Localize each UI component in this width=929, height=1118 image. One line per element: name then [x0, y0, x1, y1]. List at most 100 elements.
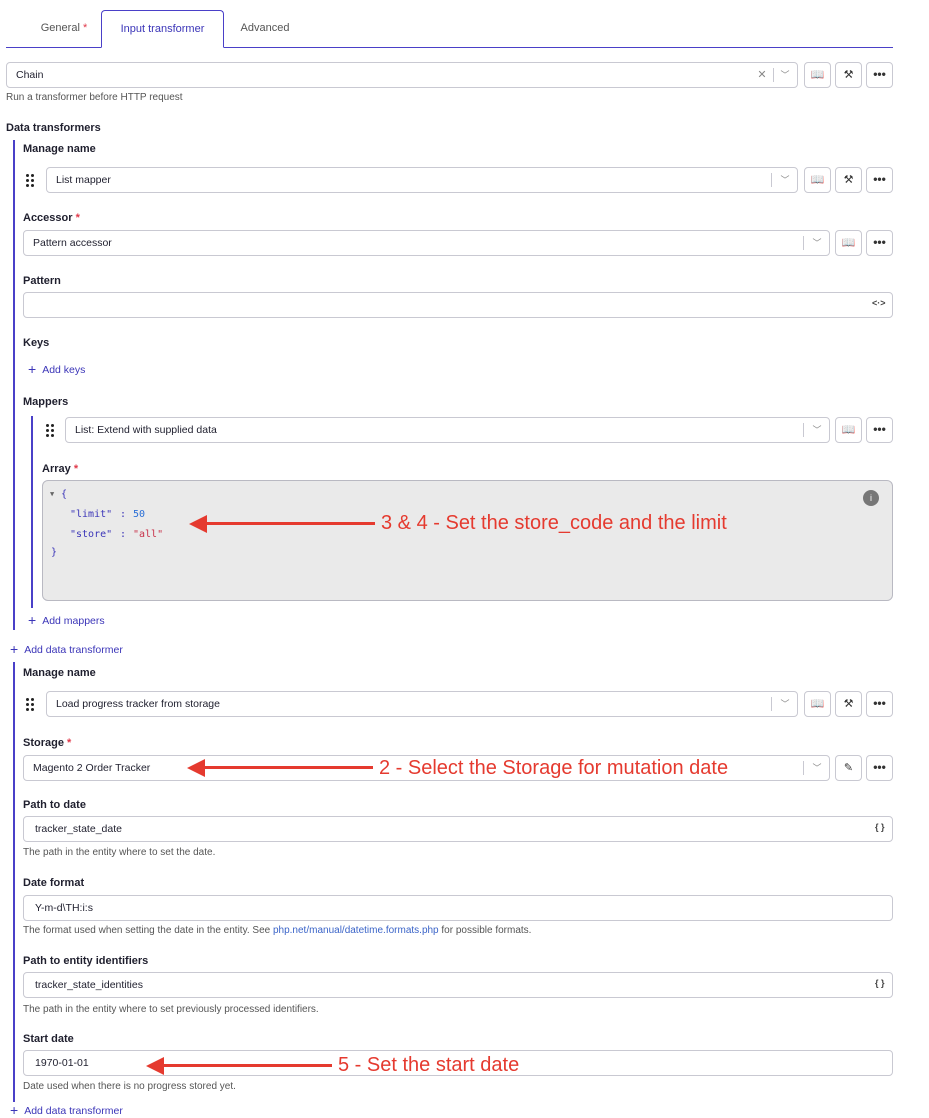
json-value-store: "all" [133, 529, 164, 540]
manage-name-label: Manage name [23, 143, 96, 155]
book-icon: 📖 [841, 424, 856, 436]
more-icon: ••• [873, 696, 886, 710]
json-key-limit: "limit" [70, 509, 113, 520]
tools-button[interactable]: ⚒ [835, 167, 862, 193]
path-to-entity-identifiers-label: Path to entity identifiers [23, 955, 149, 967]
chevron-down-icon[interactable]: ﹀ [777, 172, 793, 188]
info-icon[interactable]: i [863, 490, 879, 506]
chevron-down-icon[interactable]: ﹀ [809, 235, 825, 251]
plus-icon: + [10, 1102, 19, 1118]
annotation-arrow-line [162, 1064, 332, 1067]
json-colon: : [114, 509, 133, 520]
tab-advanced-label: Advanced [240, 22, 290, 34]
date-format-help-text: The format used when setting the date in… [23, 925, 273, 936]
path-to-entity-identifiers-help: The path in the entity where to set prev… [23, 1004, 319, 1015]
more-button[interactable]: ••• [866, 167, 893, 193]
drag-handle[interactable] [26, 174, 36, 188]
tools-icon: ⚒ [843, 174, 854, 186]
storage-label: Storage * [23, 737, 71, 749]
chain-select[interactable]: Chain ✕ ﹀ [6, 62, 798, 88]
json-value-limit: 50 [133, 509, 146, 520]
data-transformers-label: Data transformers [6, 122, 101, 134]
braces-icon[interactable]: { } [875, 822, 885, 832]
storage-select-value: Magento 2 Order Tracker [33, 762, 151, 774]
start-date-label: Start date [23, 1033, 74, 1045]
path-to-entity-identifiers-input[interactable]: tracker_state_identities { } [23, 972, 893, 998]
accessor-select[interactable]: Pattern accessor ﹀ [23, 230, 830, 256]
date-format-help: The format used when setting the date in… [23, 925, 531, 936]
code-icon[interactable]: <·> [872, 298, 886, 308]
path-to-entity-identifiers-value: tracker_state_identities [35, 979, 143, 991]
chevron-down-icon[interactable]: ﹀ [777, 696, 793, 712]
transformer-select-value: List mapper [56, 174, 111, 186]
edit-button[interactable]: ✎ [835, 755, 862, 781]
more-icon: ••• [873, 67, 886, 81]
annotation-start-date: 5 - Set the start date [338, 1054, 520, 1076]
php-docs-link[interactable]: php.net/manual/datetime.formats.php [273, 925, 439, 936]
required-mark: * [67, 737, 72, 749]
date-format-input[interactable]: Y-m-d\TH:i:s [23, 895, 893, 921]
divider [771, 173, 772, 187]
path-to-date-label: Path to date [23, 799, 86, 811]
docs-button[interactable]: 📖 [804, 691, 831, 717]
docs-button[interactable]: 📖 [835, 230, 862, 256]
divider [803, 423, 804, 437]
tab-general-label: General [40, 22, 80, 34]
chevron-down-icon[interactable]: ﹀ [809, 760, 825, 776]
accessor-label: Accessor * [23, 212, 80, 224]
collapse-toggle-icon[interactable]: ▼ [50, 490, 54, 498]
manage-name-label: Manage name [23, 667, 96, 679]
tools-button[interactable]: ⚒ [835, 691, 862, 717]
chain-select-value: Chain [16, 69, 44, 81]
divider [771, 697, 772, 711]
date-format-help-text-end: for possible formats. [438, 925, 532, 936]
chevron-down-icon[interactable]: ﹀ [777, 67, 793, 83]
docs-button[interactable]: 📖 [804, 62, 831, 88]
more-button[interactable]: ••• [866, 691, 893, 717]
edit-icon: ✎ [843, 762, 854, 774]
path-to-date-value: tracker_state_date [35, 823, 122, 835]
book-icon: 📖 [810, 174, 825, 186]
json-brace-close: } [51, 547, 58, 558]
add-data-transformer-link[interactable]: + Add data transformer [10, 1101, 123, 1118]
tab-general[interactable]: General * [26, 10, 102, 46]
transformer-2-bar [13, 662, 15, 1102]
more-button[interactable]: ••• [866, 62, 893, 88]
drag-handle[interactable] [26, 698, 36, 712]
json-brace-open: { [61, 489, 68, 500]
transformer-select-value: Load progress tracker from storage [56, 698, 220, 710]
tab-input-transformer-label: Input transformer [120, 23, 205, 35]
start-date-help: Date used when there is no progress stor… [23, 1081, 236, 1092]
accessor-label-text: Accessor [23, 212, 73, 224]
path-to-date-input[interactable]: tracker_state_date { } [23, 816, 893, 842]
array-label-text: Array [42, 463, 71, 475]
drag-handle[interactable] [46, 424, 56, 438]
docs-button[interactable]: 📖 [804, 167, 831, 193]
mapper-select[interactable]: List: Extend with supplied data ﹀ [65, 417, 830, 443]
tab-bar: General * Input transformer Advanced [6, 10, 893, 48]
mappers-label: Mappers [23, 396, 69, 408]
annotation-arrow-line [203, 766, 373, 769]
clear-icon[interactable]: ✕ [755, 67, 769, 83]
more-icon: ••• [873, 172, 886, 186]
chevron-down-icon[interactable]: ﹀ [809, 422, 825, 438]
add-data-transformer-link[interactable]: + Add data transformer [10, 640, 123, 657]
add-keys-link[interactable]: + Add keys [28, 360, 85, 377]
required-mark: * [73, 463, 79, 475]
docs-button[interactable]: 📖 [835, 417, 862, 443]
transformer-select[interactable]: List mapper ﹀ [46, 167, 798, 193]
more-button[interactable]: ••• [866, 230, 893, 256]
annotation-store-limit: 3 & 4 - Set the store_code and the limit [381, 512, 727, 534]
tab-input-transformer[interactable]: Input transformer [101, 10, 224, 48]
tab-advanced[interactable]: Advanced [228, 10, 302, 46]
more-button[interactable]: ••• [866, 755, 893, 781]
more-icon: ••• [873, 235, 886, 249]
pattern-input[interactable]: <·> [23, 292, 893, 318]
more-button[interactable]: ••• [866, 417, 893, 443]
add-mappers-link[interactable]: + Add mappers [28, 611, 105, 628]
transformer-select[interactable]: Load progress tracker from storage ﹀ [46, 691, 798, 717]
array-json-editor[interactable]: ▼ { "limit" : 50 "store" : "all" } i [42, 480, 893, 601]
braces-icon[interactable]: { } [875, 978, 885, 988]
tools-button[interactable]: ⚒ [835, 62, 862, 88]
add-data-transformer-text: Add data transformer [24, 644, 123, 656]
